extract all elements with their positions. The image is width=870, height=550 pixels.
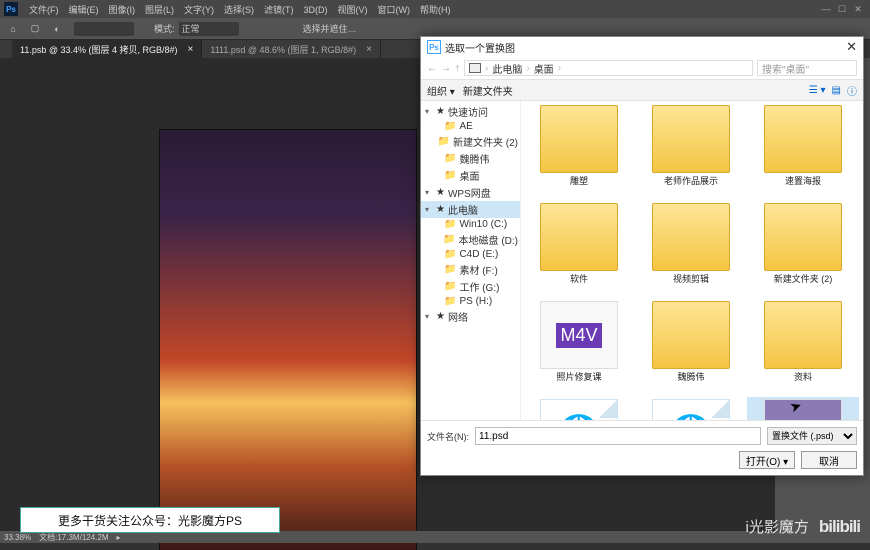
- filename-input[interactable]: [475, 427, 761, 445]
- zoom-level[interactable]: 33.38%: [4, 533, 31, 542]
- mode-label: 模式:: [154, 22, 175, 35]
- file-item[interactable]: 新建文件夹 (2): [747, 201, 859, 299]
- cancel-button[interactable]: 取消: [801, 451, 857, 469]
- menu-item[interactable]: 图层(L): [140, 5, 179, 15]
- tab-close-icon[interactable]: ×: [366, 44, 372, 55]
- tab-close-icon[interactable]: ×: [188, 44, 194, 55]
- breadcrumb[interactable]: › 此电脑 › 桌面 ›: [464, 60, 753, 76]
- menu-item[interactable]: 图像(I): [104, 5, 141, 15]
- dialog-search[interactable]: 搜索"桌面": [757, 60, 857, 76]
- tree-item[interactable]: ▾★快速访问: [421, 103, 520, 120]
- menu-item[interactable]: 帮助(H): [415, 5, 456, 15]
- document-tab[interactable]: 11.psb @ 33.4% (图层 4 拷贝, RGB/8#)×: [12, 40, 202, 58]
- window-minimize[interactable]: ―: [818, 4, 834, 14]
- folder-tree[interactable]: ▾★快速访问📁AE📁新建文件夹 (2)📁魏腾伟📁桌面▾★WPS网盘▾★此电脑📁W…: [421, 101, 521, 420]
- tree-item[interactable]: ▾★WPS网盘: [421, 184, 520, 201]
- file-item[interactable]: 视频剪辑: [635, 201, 747, 299]
- view-options-icon[interactable]: ☰ ▾: [809, 85, 826, 96]
- new-folder-button[interactable]: 新建文件夹: [463, 83, 513, 98]
- file-item[interactable]: 魏腾伟: [635, 299, 747, 397]
- nav-back-icon[interactable]: ←: [427, 63, 437, 74]
- menu-bar: Ps 文件(F)编辑(E)图像(I)图层(L)文字(Y)选择(S)滤镜(T)3D…: [0, 0, 870, 18]
- menu-item[interactable]: 文件(F): [24, 5, 64, 15]
- tree-item[interactable]: 📁本地磁盘 (D:): [421, 231, 520, 248]
- arrow-icon: ▢: [26, 20, 44, 38]
- tree-item[interactable]: 📁素材 (F:): [421, 261, 520, 278]
- tree-item[interactable]: 📁新建文件夹 (2): [421, 133, 520, 150]
- organize-menu[interactable]: 组织 ▾: [427, 83, 455, 98]
- menu-item[interactable]: 视图(V): [333, 5, 373, 15]
- tree-item[interactable]: ▾★此电脑: [421, 201, 520, 218]
- open-button[interactable]: 打开(O) ▾: [739, 451, 795, 469]
- file-item[interactable]: 速置海报: [747, 103, 859, 201]
- status-chevron-icon[interactable]: ▸: [117, 533, 121, 542]
- tree-item[interactable]: 📁魏腾伟: [421, 150, 520, 167]
- watermark: i光影魔方 bilibili: [746, 516, 860, 537]
- help-icon[interactable]: ⓘ: [847, 83, 857, 98]
- ps-logo: Ps: [4, 2, 18, 16]
- dialog-titlebar[interactable]: Ps 选取一个置换图 ✕: [421, 37, 863, 57]
- tree-item[interactable]: 📁桌面: [421, 167, 520, 184]
- dialog-nav: ← → ↑ › 此电脑 › 桌面 › 搜索"桌面": [421, 57, 863, 79]
- window-close[interactable]: ✕: [850, 4, 866, 15]
- tree-item[interactable]: 📁AE: [421, 120, 520, 133]
- doc-size: 文档:17.3M/124.2M: [39, 532, 108, 543]
- search-field[interactable]: [74, 22, 134, 36]
- nav-forward-icon[interactable]: →: [441, 63, 451, 74]
- file-item[interactable]: 🌐数字网课程: [635, 397, 747, 420]
- select-and-mask-button[interactable]: 选择并遮住…: [303, 22, 357, 35]
- file-item[interactable]: M4V照片修复课: [523, 299, 635, 397]
- menu-item[interactable]: 滤镜(T): [259, 5, 299, 15]
- file-item[interactable]: 老师作品展示: [635, 103, 747, 201]
- file-item[interactable]: 软件: [523, 201, 635, 299]
- tree-item[interactable]: 📁C4D (E:): [421, 248, 520, 261]
- pc-icon: [469, 63, 481, 73]
- menu-item[interactable]: 文字(Y): [179, 5, 219, 15]
- ps-icon: Ps: [427, 40, 441, 54]
- tree-item[interactable]: 📁Win10 (C:): [421, 218, 520, 231]
- file-grid[interactable]: 雕塑老师作品展示速置海报软件视频剪辑新建文件夹 (2) M4V照片修复课魏腾伟资料…: [521, 101, 863, 420]
- dialog-title: 选取一个置换图: [445, 40, 515, 55]
- filename-label: 文件名(N):: [427, 430, 469, 443]
- file-item[interactable]: 雕塑: [523, 103, 635, 201]
- mode-select[interactable]: 正常: [179, 22, 239, 36]
- tree-item[interactable]: 📁工作 (G:): [421, 278, 520, 295]
- tree-item[interactable]: ▾★网络: [421, 308, 520, 325]
- filename-row: 文件名(N): 置换文件 (.psd): [427, 427, 857, 445]
- filetype-select[interactable]: 置换文件 (.psd): [767, 427, 857, 445]
- search-toggle-icon[interactable]: ◐: [48, 20, 66, 38]
- promo-banner: 更多干货关注公众号：光影魔方PS: [20, 507, 280, 533]
- preview-pane-icon[interactable]: ▤: [832, 85, 841, 96]
- dialog-toolbar: 组织 ▾ 新建文件夹 ☰ ▾ ▤ ⓘ: [421, 79, 863, 101]
- menu-item[interactable]: 编辑(E): [64, 5, 104, 15]
- document-canvas[interactable]: [160, 130, 416, 550]
- file-item[interactable]: 资料: [747, 299, 859, 397]
- tree-item[interactable]: 📁PS (H:): [421, 295, 520, 308]
- window-restore[interactable]: ☐: [834, 4, 850, 15]
- home-icon[interactable]: ⌂: [4, 20, 22, 38]
- dialog-close-button[interactable]: ✕: [846, 39, 857, 55]
- file-item[interactable]: 🌐B站粉丝福利课: [523, 397, 635, 420]
- menu-item[interactable]: 3D(D): [299, 5, 333, 15]
- document-tab[interactable]: 1111.psd @ 48.6% (图层 1, RGB/8#)×: [202, 40, 381, 58]
- menu-item[interactable]: 窗口(W): [373, 5, 416, 15]
- nav-up-icon[interactable]: ↑: [455, 63, 460, 74]
- menu-item[interactable]: 选择(S): [219, 5, 259, 15]
